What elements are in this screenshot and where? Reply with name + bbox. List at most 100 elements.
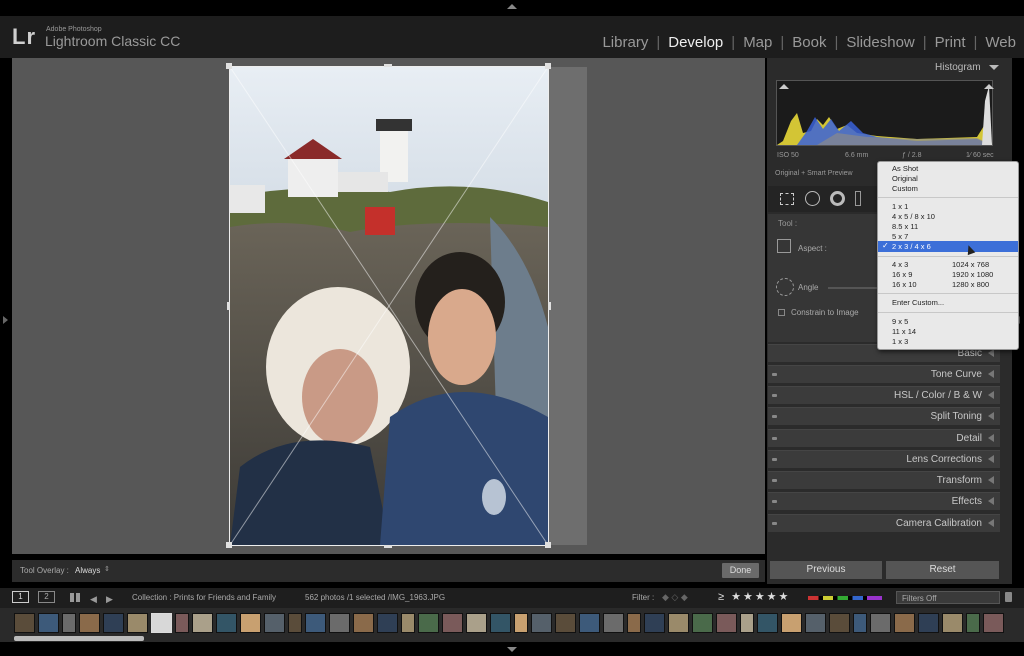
left-panel-toggle[interactable] (3, 316, 8, 324)
filmstrip-thumbnail[interactable] (853, 613, 867, 633)
back-arrow-icon[interactable]: ◀ (90, 594, 97, 605)
menu-item-1x3[interactable]: 1 x 3 (892, 337, 908, 346)
tool-overlay-select[interactable]: Always (75, 566, 100, 575)
menu-item-original[interactable]: Original (892, 174, 918, 183)
red-eye-icon[interactable] (830, 191, 845, 206)
panel-hsl[interactable]: HSL / Color / B & W (768, 386, 1000, 404)
filmstrip-thumbnail[interactable] (716, 613, 737, 633)
panel-lens-corrections[interactable]: Lens Corrections (768, 450, 1000, 468)
filmstrip-thumbnail[interactable] (329, 613, 350, 633)
top-panel-toggle[interactable] (507, 4, 517, 9)
screen-2-button[interactable]: 2 (38, 591, 55, 603)
screen-1-button[interactable]: 1 (12, 591, 29, 603)
filmstrip-thumbnail[interactable] (918, 613, 939, 633)
filmstrip-thumbnail[interactable] (870, 613, 891, 633)
toggle-switch[interactable] (772, 479, 777, 482)
grid-view-icon[interactable] (70, 593, 80, 602)
filmstrip-thumbnail[interactable] (603, 613, 624, 633)
panel-tone-curve[interactable]: Tone Curve (768, 365, 1000, 383)
filmstrip-thumbnail[interactable] (757, 613, 778, 633)
constrain-checkbox[interactable] (778, 309, 785, 316)
menu-item-8-5x11[interactable]: 8.5 x 11 (892, 222, 918, 231)
done-button[interactable]: Done (722, 563, 759, 578)
module-slideshow[interactable]: Slideshow (846, 34, 914, 51)
filmstrip-thumbnail[interactable] (305, 613, 326, 633)
crop-handle-tl[interactable] (226, 63, 232, 69)
rating-filter-stars[interactable]: ≥ ★★★★★ (718, 590, 790, 603)
crop-handle-bottom[interactable] (384, 545, 392, 548)
toggle-switch[interactable] (772, 394, 777, 397)
filmstrip-thumbnail[interactable] (829, 613, 850, 633)
module-print[interactable]: Print (935, 34, 966, 51)
filmstrip-thumbnail[interactable] (514, 613, 528, 633)
highlight-clipping-icon[interactable] (984, 84, 994, 89)
filmstrip-thumbnail[interactable] (442, 613, 463, 633)
menu-item-2x3[interactable]: 2 x 3 / 4 x 6 (892, 242, 931, 251)
filmstrip-thumbnail[interactable] (466, 613, 487, 633)
filmstrip-thumbnail[interactable] (579, 613, 600, 633)
menu-item-as-shot[interactable]: As Shot (892, 164, 918, 173)
filmstrip-thumbnail[interactable] (490, 613, 511, 633)
collapse-icon[interactable] (989, 65, 999, 70)
filmstrip-thumbnail[interactable] (531, 613, 552, 633)
menu-item-1x1[interactable]: 1 x 1 (892, 202, 908, 211)
filmstrip-thumbnail[interactable] (555, 613, 576, 633)
crop-handle-br[interactable] (545, 542, 551, 548)
menu-item-9x5[interactable]: 9 x 5 (892, 317, 908, 326)
spot-removal-icon[interactable] (805, 191, 820, 206)
toggle-switch[interactable] (772, 522, 777, 525)
toggle-switch[interactable] (772, 500, 777, 503)
toggle-switch[interactable] (772, 373, 777, 376)
filmstrip-thumbnail[interactable] (62, 613, 76, 633)
menu-item-5x7[interactable]: 5 x 7 (892, 232, 908, 241)
bottom-panel-toggle[interactable] (507, 647, 517, 652)
previous-button[interactable]: Previous (770, 561, 882, 579)
menu-item-4x5[interactable]: 4 x 5 / 8 x 10 (892, 212, 935, 221)
filmstrip-thumbnail[interactable] (264, 613, 285, 633)
menu-item-16x10[interactable]: 16 x 10 (892, 280, 917, 289)
filmstrip-thumbnail[interactable] (418, 613, 439, 633)
reset-button[interactable]: Reset (886, 561, 999, 579)
crop-handle-bl[interactable] (226, 542, 232, 548)
filmstrip-thumbnail[interactable] (353, 613, 374, 633)
crop-frame[interactable] (229, 66, 549, 546)
shadow-clipping-icon[interactable] (779, 84, 789, 89)
menu-item-16x9[interactable]: 16 x 9 (892, 270, 912, 279)
panel-camera-calibration[interactable]: Camera Calibration (768, 514, 1000, 532)
module-develop[interactable]: Develop (668, 34, 723, 51)
forward-arrow-icon[interactable]: ▶ (106, 594, 113, 605)
angle-slider[interactable] (828, 287, 878, 289)
filmstrip-thumbnail[interactable] (127, 613, 148, 633)
flag-filter-icons[interactable]: ◆ ◇ ◆ (662, 592, 688, 603)
filmstrip-thumbnail[interactable] (983, 613, 1004, 633)
photo-count[interactable]: 562 photos /1 selected /IMG_1963.JPG (305, 593, 445, 602)
collection-source[interactable]: Collection : Prints for Friends and Fami… (132, 593, 276, 602)
menu-item-4x3[interactable]: 4 x 3 (892, 260, 908, 269)
color-label-filter[interactable] (808, 596, 882, 600)
filmstrip-thumbnail[interactable] (240, 613, 261, 633)
filmstrip-thumbnail[interactable] (692, 613, 713, 633)
module-web[interactable]: Web (985, 34, 1016, 51)
module-book[interactable]: Book (792, 34, 826, 51)
crop-tool-icon[interactable] (780, 193, 794, 205)
filter-lock-icon[interactable] (1005, 592, 1012, 602)
crop-handle-right[interactable] (548, 302, 551, 310)
module-library[interactable]: Library (602, 34, 648, 51)
filmstrip-thumbnail[interactable] (79, 613, 100, 633)
filmstrip-thumbnail[interactable] (288, 613, 302, 633)
filmstrip-thumbnail[interactable] (14, 613, 35, 633)
crop-handle-tr[interactable] (545, 63, 551, 69)
menu-item-1920x1080[interactable]: 1920 x 1080 (952, 270, 993, 279)
filmstrip-thumbnail[interactable] (805, 613, 826, 633)
filmstrip-thumbnail[interactable] (740, 613, 754, 633)
panel-split-toning[interactable]: Split Toning (768, 407, 1000, 425)
radial-filter-icon[interactable] (855, 191, 861, 206)
filmstrip-thumbnail[interactable] (401, 613, 415, 633)
toggle-switch[interactable] (772, 415, 777, 418)
filmstrip-thumbnail[interactable] (627, 613, 641, 633)
crop-handle-top[interactable] (384, 64, 392, 67)
module-map[interactable]: Map (743, 34, 772, 51)
panel-transform[interactable]: Transform (768, 471, 1000, 489)
filmstrip-thumbnail[interactable] (781, 613, 802, 633)
filmstrip-thumbnail[interactable] (942, 613, 963, 633)
